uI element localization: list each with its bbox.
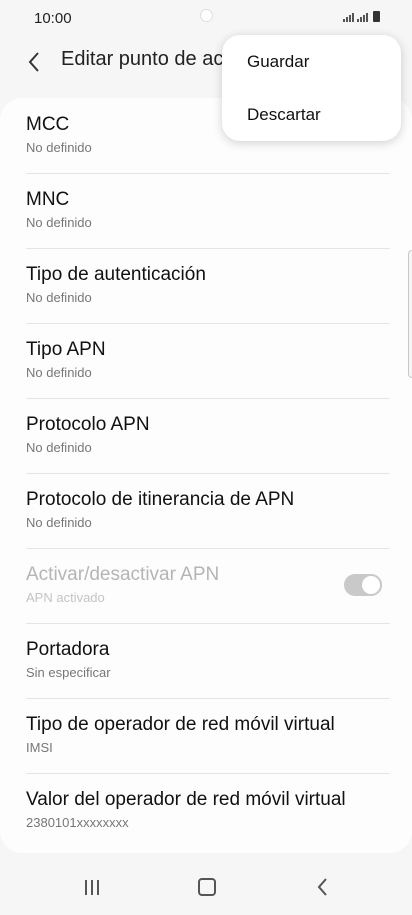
signal-icon <box>357 13 368 22</box>
signal-icon <box>343 13 354 22</box>
setting-auth-type[interactable]: Tipo de autenticación No definido <box>0 248 412 323</box>
overflow-menu: Guardar Descartar <box>222 35 401 141</box>
setting-mvno-value[interactable]: Valor del operador de red móvil virtual … <box>0 773 412 848</box>
setting-apn-type[interactable]: Tipo APN No definido <box>0 323 412 398</box>
setting-title: Tipo de autenticación <box>26 264 206 285</box>
setting-value: No definido <box>26 440 92 455</box>
chevron-left-icon <box>28 52 39 72</box>
setting-title: Portadora <box>26 639 110 660</box>
setting-mnc[interactable]: MNC No definido <box>0 173 412 248</box>
setting-value: No definido <box>26 365 92 380</box>
front-camera <box>200 9 213 22</box>
save-menu-item[interactable]: Guardar <box>247 52 309 72</box>
setting-title: Tipo de operador de red móvil virtual <box>26 714 335 735</box>
setting-title: Tipo APN <box>26 339 106 360</box>
setting-value: No definido <box>26 215 92 230</box>
home-icon[interactable] <box>196 876 218 898</box>
setting-mvno-type[interactable]: Tipo de operador de red móvil virtual IM… <box>0 698 412 773</box>
setting-value: No definido <box>26 140 92 155</box>
setting-apn-enable: Activar/desactivar APN APN activado <box>0 548 412 623</box>
setting-value: Sin especificar <box>26 665 111 680</box>
setting-bearer[interactable]: Portadora Sin especificar <box>0 623 412 698</box>
setting-title: Protocolo APN <box>26 414 150 435</box>
back-icon[interactable] <box>313 876 331 898</box>
apn-enable-toggle <box>344 574 382 596</box>
status-time: 10:00 <box>34 10 72 27</box>
status-bar: 10:00 <box>0 0 412 36</box>
recents-icon[interactable] <box>84 876 100 898</box>
setting-apn-protocol[interactable]: Protocolo APN No definido <box>0 398 412 473</box>
setting-title: Activar/desactivar APN <box>26 564 220 585</box>
setting-title: Valor del operador de red móvil virtual <box>26 789 346 810</box>
status-icons <box>343 11 380 22</box>
navigation-bar <box>0 858 412 915</box>
setting-value: No definido <box>26 290 92 305</box>
toggle-knob <box>360 574 382 596</box>
back-button[interactable] <box>20 48 48 76</box>
discard-menu-item[interactable]: Descartar <box>247 105 321 125</box>
settings-list: MCC No definido MNC No definido Tipo de … <box>0 98 412 853</box>
setting-title: Protocolo de itinerancia de APN <box>26 489 295 510</box>
setting-apn-roaming-protocol[interactable]: Protocolo de itinerancia de APN No defin… <box>0 473 412 548</box>
setting-title: MCC <box>26 114 70 135</box>
page-title: Editar punto de acceso <box>61 48 231 70</box>
battery-icon <box>373 11 380 22</box>
setting-value: No definido <box>26 515 92 530</box>
scrollbar[interactable] <box>408 250 412 378</box>
setting-value: APN activado <box>26 590 105 605</box>
setting-title: MNC <box>26 189 70 210</box>
setting-value: IMSI <box>26 740 53 755</box>
setting-value: 2380101xxxxxxxx <box>26 815 129 830</box>
